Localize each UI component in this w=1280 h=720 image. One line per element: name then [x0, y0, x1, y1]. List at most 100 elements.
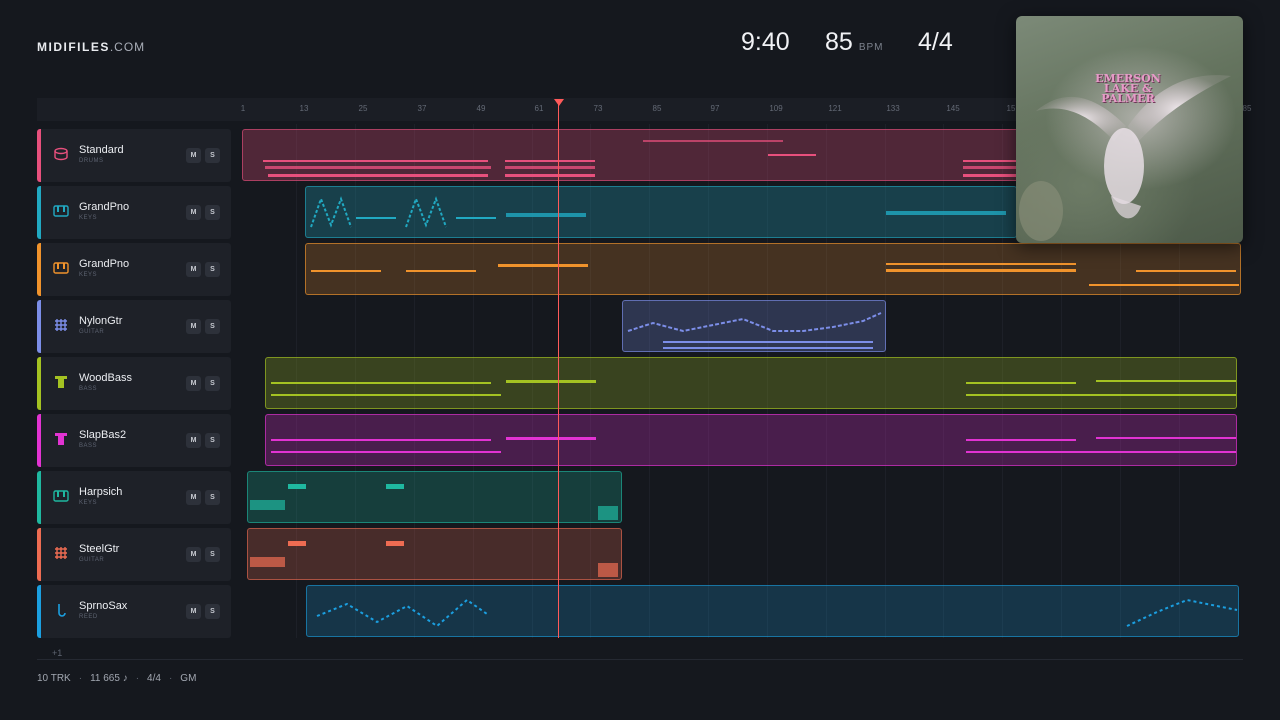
- track-category: REED: [79, 614, 98, 620]
- track-name: GrandPno: [79, 201, 130, 213]
- track-name: GrandPno: [79, 258, 130, 270]
- midi-clip-grandpno-2[interactable]: [305, 243, 1241, 295]
- note-count: 11 665 ♪: [90, 673, 128, 684]
- track-color-stripe: [37, 528, 41, 581]
- midi-clip-nylongtr[interactable]: [622, 300, 886, 352]
- ruler-tick: 85: [652, 104, 662, 113]
- ruler-tick: 133: [886, 104, 900, 113]
- track-category: KEYS: [79, 215, 98, 221]
- track-color-stripe: [37, 471, 41, 524]
- track-color-stripe: [37, 585, 41, 638]
- track-color-stripe: [37, 243, 41, 296]
- midi-clip-grandpno-1[interactable]: [305, 186, 1017, 238]
- mute-button[interactable]: M: [186, 319, 201, 334]
- sax-icon: [58, 604, 66, 617]
- ruler-tick: 145: [946, 104, 960, 113]
- ruler-tick: 61: [534, 104, 544, 113]
- note-pattern: [271, 437, 1236, 453]
- solo-button[interactable]: S: [205, 433, 220, 448]
- mute-button[interactable]: M: [186, 604, 201, 619]
- site-logo[interactable]: MIDIFILES.COM: [37, 40, 145, 54]
- track-category: KEYS: [79, 500, 98, 506]
- ruler-tick: 1: [240, 104, 246, 113]
- track-count: 10 TRK: [37, 673, 71, 684]
- midi-clip-woodbass[interactable]: [265, 357, 1237, 409]
- track-color-stripe: [37, 300, 41, 353]
- mute-button[interactable]: M: [186, 262, 201, 277]
- time-display: 9:40: [741, 28, 790, 56]
- note-pattern: [310, 196, 1006, 228]
- mute-button[interactable]: M: [186, 433, 201, 448]
- mute-button[interactable]: M: [186, 205, 201, 220]
- piano-icon: [53, 262, 69, 274]
- midi-clip-slapbas2[interactable]: [265, 414, 1237, 466]
- track-color-stripe: [37, 186, 41, 239]
- ruler-tick: 25: [358, 104, 368, 113]
- mute-button[interactable]: M: [186, 148, 201, 163]
- bpm-value: 85: [825, 28, 853, 56]
- track-category: BASS: [79, 443, 98, 449]
- ruler-tick: 73: [593, 104, 603, 113]
- solo-button[interactable]: S: [205, 490, 220, 505]
- solo-button[interactable]: S: [205, 376, 220, 391]
- ruler-tick: 49: [476, 104, 486, 113]
- midi-standard: GM: [180, 673, 197, 684]
- track-category: BASS: [79, 386, 98, 392]
- track-header-slapbas2[interactable]: SlapBas2 BASS M S: [37, 414, 231, 467]
- track-name: WoodBass: [79, 372, 132, 384]
- track-name: SprnoSax: [79, 600, 128, 612]
- note-pattern: [250, 541, 618, 577]
- ruler-tick: 109: [769, 104, 783, 113]
- mute-button[interactable]: M: [186, 376, 201, 391]
- midi-clip-steelgtr[interactable]: [247, 528, 622, 580]
- mute-button[interactable]: M: [186, 490, 201, 505]
- solo-button[interactable]: S: [205, 319, 220, 334]
- solo-button[interactable]: S: [205, 262, 220, 277]
- solo-button[interactable]: S: [205, 205, 220, 220]
- track-name: Standard: [79, 144, 124, 156]
- piano-icon: [53, 205, 69, 217]
- track-category: KEYS: [79, 272, 98, 278]
- track-header-grandpno-1[interactable]: GrandPno KEYS M S: [37, 186, 231, 239]
- track-header-sprnosax[interactable]: SprnoSax REED M S: [37, 585, 231, 638]
- solo-button[interactable]: S: [205, 604, 220, 619]
- ruler-tick: 13: [299, 104, 309, 113]
- more-tracks-count[interactable]: +1: [52, 648, 62, 658]
- midi-clip-harpsich[interactable]: [247, 471, 622, 523]
- track-color-stripe: [37, 129, 41, 182]
- track-header-harpsich[interactable]: Harpsich KEYS M S: [37, 471, 231, 524]
- footer-time-signature: 4/4: [147, 673, 161, 684]
- track-name: Harpsich: [79, 486, 123, 498]
- track-header-drums[interactable]: Standard DRUMS M S: [37, 129, 231, 182]
- bass-icon: [55, 433, 67, 445]
- album-cover: EMERSON LAKE & PALMER: [1016, 16, 1243, 243]
- solo-button[interactable]: S: [205, 547, 220, 562]
- note-pattern: [250, 484, 618, 520]
- album-title: EMERSON LAKE & PALMER: [1095, 72, 1161, 105]
- note-pattern: [311, 263, 1239, 286]
- bass-icon: [55, 376, 67, 388]
- drum-icon: [54, 147, 68, 161]
- brand-name: MIDIFILES: [37, 40, 110, 54]
- track-header-steelgtr[interactable]: SteelGtr GUITAR M S: [37, 528, 231, 581]
- ruler-tick: 85: [1242, 104, 1252, 113]
- solo-button[interactable]: S: [205, 148, 220, 163]
- note-pattern: [271, 380, 1236, 396]
- ruler-tick: 37: [417, 104, 427, 113]
- ruler-tick: 15: [1006, 104, 1016, 113]
- track-category: GUITAR: [79, 329, 105, 335]
- track-name: NylonGtr: [79, 315, 123, 327]
- track-header-grandpno-2[interactable]: GrandPno KEYS M S: [37, 243, 231, 296]
- tempo-display: 85 BPM: [825, 28, 883, 57]
- time-signature-display: 4/4: [918, 28, 953, 56]
- midi-clip-sprnosax[interactable]: [306, 585, 1239, 637]
- ruler-tick: 121: [828, 104, 842, 113]
- playhead[interactable]: [558, 104, 559, 638]
- track-header-nylongtr[interactable]: NylonGtr GUITAR M S: [37, 300, 231, 353]
- track-header-woodbass[interactable]: WoodBass BASS M S: [37, 357, 231, 410]
- playhead-handle[interactable]: [554, 99, 564, 106]
- track-color-stripe: [37, 357, 41, 410]
- track-name: SteelGtr: [79, 543, 120, 555]
- mute-button[interactable]: M: [186, 547, 201, 562]
- track-color-stripe: [37, 414, 41, 467]
